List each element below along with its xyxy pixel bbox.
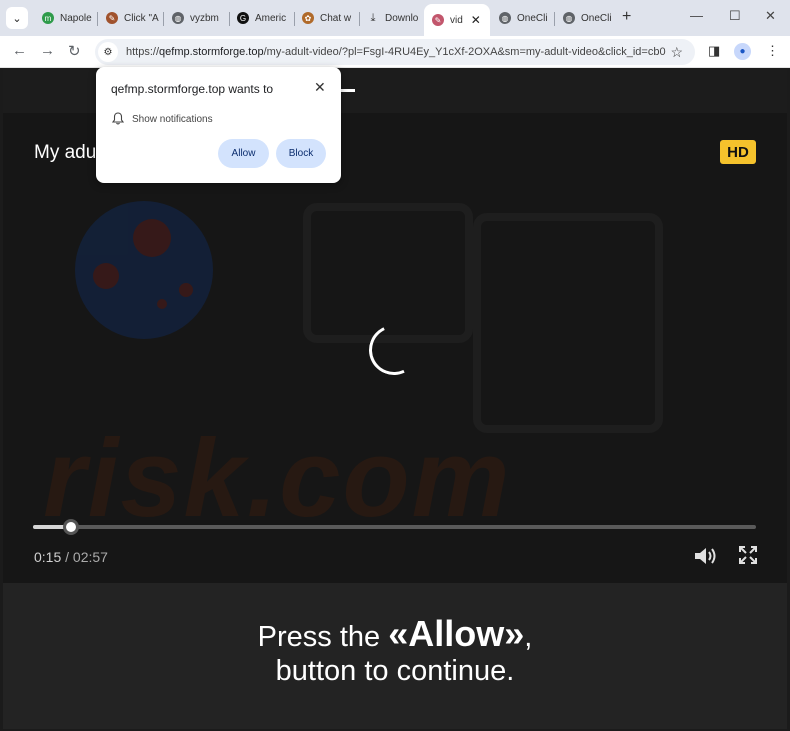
side-panel-icon[interactable]: ◨ bbox=[708, 43, 720, 59]
watermark-dot bbox=[179, 283, 193, 297]
tab-label: vid bbox=[450, 14, 463, 26]
current-time: 0:15 bbox=[34, 549, 62, 565]
browser-toolbar: ← → ↻ ⚙ https://qefmp.stormforge.top/my-… bbox=[0, 36, 790, 68]
tab-6[interactable]: ⤓ Downlo bbox=[359, 4, 421, 32]
tab-label: Downlo bbox=[385, 12, 419, 24]
watermark-shape bbox=[303, 203, 473, 343]
tab-1[interactable]: m Napole bbox=[34, 4, 94, 32]
new-tab-button[interactable]: + bbox=[622, 8, 631, 26]
reload-icon[interactable]: ↻ bbox=[68, 42, 81, 60]
favicon-icon: ✎ bbox=[432, 14, 444, 26]
site-info-icon[interactable]: ⚙ bbox=[98, 42, 118, 62]
bookmark-star-icon[interactable]: ☆ bbox=[670, 44, 683, 61]
hd-badge: HD bbox=[720, 140, 756, 164]
permission-item: Show notifications bbox=[132, 114, 213, 125]
bell-icon bbox=[112, 112, 124, 125]
progress-knob[interactable] bbox=[62, 519, 79, 535]
minimize-icon[interactable]: — bbox=[690, 8, 703, 23]
close-tab-icon[interactable]: ✕ bbox=[471, 13, 481, 27]
globe-icon: ◍ bbox=[499, 12, 511, 24]
tab-strip: ⌄ m Napole ✎ Click "A ◍ vyzbm G Americ ✿… bbox=[0, 0, 790, 36]
watermark-dot bbox=[157, 299, 167, 309]
favicon-icon: ✿ bbox=[302, 12, 314, 24]
watermark-shape bbox=[473, 213, 663, 433]
tab-2[interactable]: ✎ Click "A bbox=[98, 4, 160, 32]
close-icon[interactable]: ✕ bbox=[314, 79, 326, 96]
profile-avatar-icon[interactable]: ● bbox=[734, 43, 751, 60]
block-button[interactable]: Block bbox=[276, 139, 326, 168]
forward-icon[interactable]: → bbox=[40, 42, 55, 59]
back-icon[interactable]: ← bbox=[12, 42, 27, 59]
url-text[interactable]: https://qefmp.stormforge.top/my-adult-vi… bbox=[126, 46, 666, 58]
time-separator: / bbox=[65, 549, 70, 565]
cta-line-2: button to continue. bbox=[275, 655, 515, 687]
tab-9[interactable]: ◍ OneCli bbox=[555, 4, 617, 32]
tab-label: Chat w bbox=[320, 12, 352, 24]
tab-5[interactable]: ✿ Chat w bbox=[294, 4, 356, 32]
favicon-icon: G bbox=[237, 12, 249, 24]
tab-label: OneCli bbox=[517, 12, 548, 24]
fullscreen-icon[interactable] bbox=[738, 545, 758, 565]
tab-label: OneCli bbox=[581, 12, 612, 24]
allow-button[interactable]: Allow bbox=[218, 139, 269, 168]
download-icon: ⤓ bbox=[370, 11, 376, 24]
plus-icon: + bbox=[622, 8, 632, 25]
call-to-action: Press the «Allow», button to continue. bbox=[3, 583, 787, 729]
maximize-icon[interactable]: ☐ bbox=[729, 8, 741, 24]
tab-label: Americ bbox=[255, 12, 287, 24]
globe-icon: ◍ bbox=[563, 12, 575, 24]
chevron-down-icon: ⌄ bbox=[12, 12, 22, 25]
tab-label: Click "A bbox=[124, 12, 159, 24]
globe-icon: ◍ bbox=[172, 12, 184, 24]
watermark-text: risk.com bbox=[43, 417, 512, 540]
cta-line-1: Press the «Allow», bbox=[257, 613, 533, 654]
tab-search-button[interactable]: ⌄ bbox=[6, 7, 28, 29]
tab-label: vyzbm bbox=[190, 12, 219, 24]
tab-4[interactable]: G Americ bbox=[229, 4, 291, 32]
notification-permission-popup: qefmp.stormforge.top wants to ✕ Show not… bbox=[96, 67, 341, 183]
progress-bar[interactable] bbox=[33, 519, 756, 535]
watermark-dot bbox=[93, 263, 119, 289]
tab-active[interactable]: ✎ vid ✕ bbox=[424, 4, 490, 36]
popup-title: qefmp.stormforge.top wants to bbox=[111, 82, 274, 96]
time-display: 0:15 / 02:57 bbox=[34, 549, 108, 565]
tab-3[interactable]: ◍ vyzbm bbox=[164, 4, 226, 32]
video-player[interactable]: risk.com My adult HD 0:15 / 02:57 bbox=[3, 113, 787, 583]
tab-8[interactable]: ◍ OneCli bbox=[491, 4, 553, 32]
volume-icon[interactable] bbox=[693, 545, 719, 567]
favicon-icon: m bbox=[42, 12, 54, 24]
duration: 02:57 bbox=[72, 549, 108, 565]
watermark-logo bbox=[75, 201, 213, 339]
close-window-icon[interactable]: ✕ bbox=[765, 8, 776, 24]
watermark-dot bbox=[133, 219, 171, 257]
favicon-icon: ✎ bbox=[106, 12, 118, 24]
menu-kebab-icon[interactable]: ⋮ bbox=[766, 43, 779, 59]
address-bar[interactable]: ⚙ https://qefmp.stormforge.top/my-adult-… bbox=[95, 39, 695, 65]
tab-label: Napole bbox=[60, 12, 92, 24]
